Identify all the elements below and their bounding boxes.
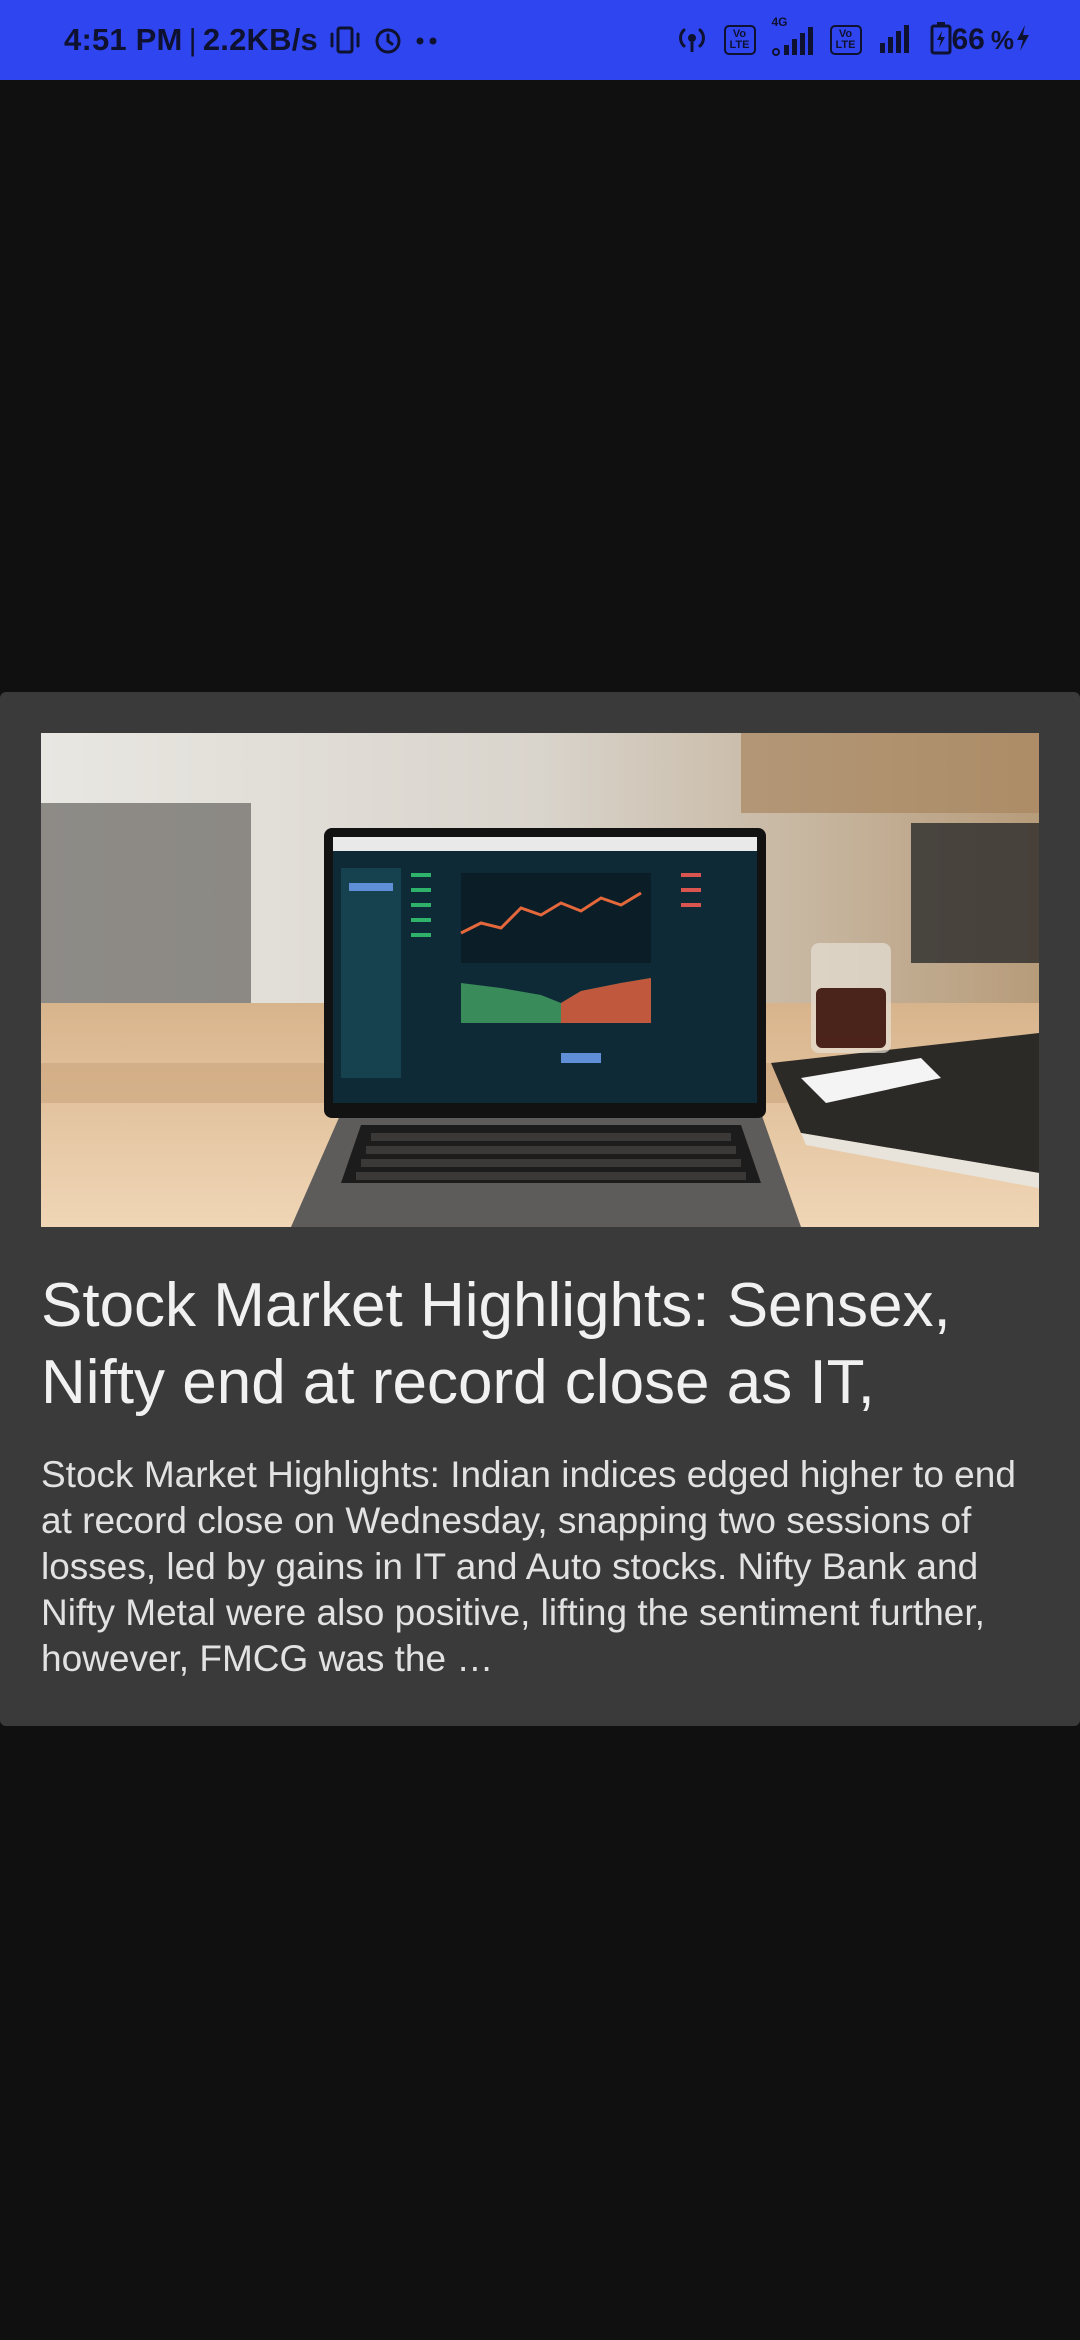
status-time: 4:51 PM: [64, 22, 183, 57]
battery-level: 66: [951, 23, 985, 56]
sim1-badge-bottom: LTE: [729, 39, 750, 51]
charging-icon: [1014, 23, 1032, 58]
sim2-badge-bottom: LTE: [835, 39, 856, 51]
sim1-signal-icon: 4G: [770, 15, 816, 57]
sim2-signal-icon: [876, 21, 916, 60]
status-bar: 4:51 PM | 2.2KB/s Vo LTE 4G Vo LTE 66 %: [0, 0, 1080, 80]
laptop-stock-chart-image: [41, 733, 1039, 1227]
sim2-volte-badge: Vo LTE: [829, 25, 862, 55]
status-left-group: 4:51 PM | 2.2KB/s: [64, 22, 440, 58]
network-speed: 2.2KB/s: [202, 22, 318, 57]
more-dots-icon: [414, 25, 440, 55]
status-right-group: Vo LTE 4G Vo LTE 66 %: [674, 15, 1033, 60]
percent-icon: %: [990, 24, 1014, 55]
battery-icon: [930, 21, 952, 60]
news-card[interactable]: Stock Market Highlights: Sensex, Nifty e…: [0, 692, 1080, 1726]
network-type-label: 4G: [771, 15, 788, 29]
article-summary: Stock Market Highlights: Indian indices …: [41, 1454, 1016, 1679]
alarm-icon: [372, 25, 404, 55]
vibrate-icon: [328, 25, 362, 55]
hero-illustration: [41, 733, 1039, 1227]
sim1-volte-badge: Vo LTE: [723, 25, 756, 55]
article-headline[interactable]: Stock Market Highlights: Sensex, Nifty e…: [41, 1267, 1041, 1421]
hotspot-icon: [674, 21, 710, 60]
status-separator: |: [188, 22, 197, 57]
battery-group: 66 %: [930, 21, 1033, 60]
